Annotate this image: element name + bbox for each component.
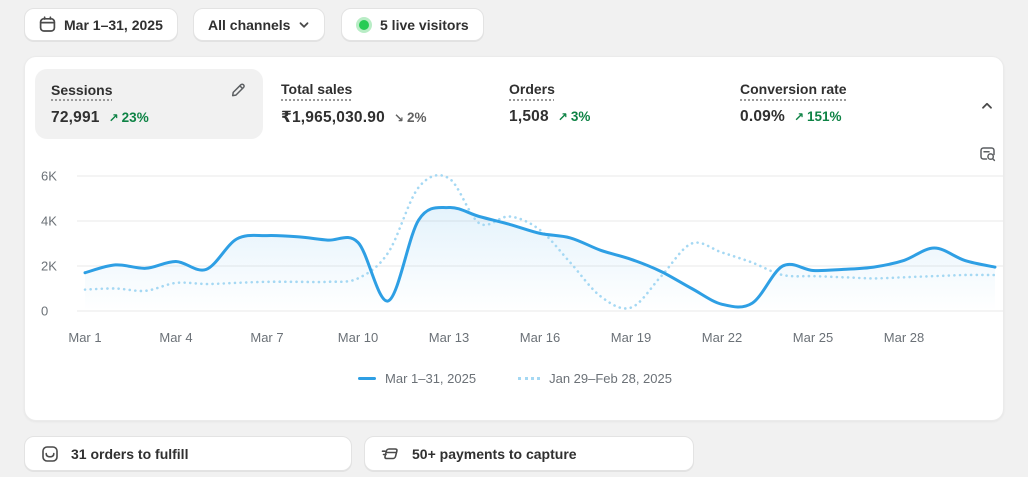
metric-tile-conversion-rate[interactable]: Conversion rate 0.09% ↗ 151% xyxy=(724,69,944,139)
dotted-line-marker-icon xyxy=(518,377,541,380)
metric-value: ₹1,965,030.90 xyxy=(281,109,385,126)
x-axis-tick-label: Mar 13 xyxy=(429,330,469,345)
trend-arrow-icon: ↗ xyxy=(557,110,568,124)
live-visitors-label: 5 live visitors xyxy=(380,16,469,33)
area-fill xyxy=(85,207,995,311)
x-axis-tick-label: Mar 7 xyxy=(250,330,283,345)
legend-label: Mar 1–31, 2025 xyxy=(385,371,477,386)
legend-item-comparison-period[interactable]: Jan 29–Feb 28, 2025 xyxy=(518,371,672,386)
pencil-icon[interactable] xyxy=(230,81,247,98)
y-axis-tick-label: 0 xyxy=(41,304,48,319)
x-axis-tick-label: Mar 19 xyxy=(611,330,651,345)
chart-legend: Mar 1–31, 2025 Jan 29–Feb 28, 2025 xyxy=(25,371,1005,386)
metric-tile-orders[interactable]: Orders 1,508 ↗ 3% xyxy=(493,69,693,139)
y-axis-tick-label: 4K xyxy=(41,214,57,229)
orders-to-fulfill-label: 31 orders to fulfill xyxy=(71,445,189,462)
metric-delta: ↗ 151% xyxy=(793,109,842,124)
date-range-label: Mar 1–31, 2025 xyxy=(64,16,163,33)
collapse-chart-button[interactable] xyxy=(974,93,1000,119)
solid-line-marker-icon xyxy=(358,377,377,380)
metric-label: Conversion rate xyxy=(740,81,847,97)
metric-value: 0.09% xyxy=(740,108,785,125)
legend-item-current-period[interactable]: Mar 1–31, 2025 xyxy=(358,371,476,386)
metric-label: Total sales xyxy=(281,81,353,97)
chevron-up-icon xyxy=(982,102,992,109)
metric-tile-total-sales[interactable]: Total sales ₹1,965,030.90 ↘ 2% xyxy=(265,69,480,139)
legend-label: Jan 29–Feb 28, 2025 xyxy=(549,371,672,386)
x-axis-tick-label: Mar 4 xyxy=(159,330,192,345)
y-axis-tick-label: 2K xyxy=(41,259,57,274)
x-axis-tick-label: Mar 28 xyxy=(884,330,924,345)
channels-filter-button[interactable]: All channels xyxy=(193,8,326,41)
calendar-icon xyxy=(39,16,56,32)
metric-value: 72,991 xyxy=(51,109,100,126)
metric-delta: ↘ 2% xyxy=(393,110,427,125)
orders-to-fulfill-button[interactable]: 31 orders to fulfill xyxy=(24,436,352,471)
trend-arrow-icon: ↗ xyxy=(108,111,119,125)
payments-to-capture-label: 50+ payments to capture xyxy=(412,445,577,462)
date-range-button[interactable]: Mar 1–31, 2025 xyxy=(24,8,178,41)
x-axis-tick-label: Mar 22 xyxy=(702,330,742,345)
live-status-dot xyxy=(356,16,372,33)
x-axis-tick-label: Mar 16 xyxy=(520,330,560,345)
x-axis-tick-label: Mar 1 xyxy=(68,330,101,345)
metric-delta: ↗ 23% xyxy=(108,110,149,125)
analytics-card: Sessions 72,991 ↗ 23% Total sales ₹1,965… xyxy=(24,56,1004,421)
chevron-down-icon xyxy=(300,21,309,28)
metric-label: Sessions xyxy=(51,81,113,98)
orders-inbox-icon xyxy=(42,445,58,462)
payments-card-icon xyxy=(381,447,398,459)
x-axis-tick-label: Mar 25 xyxy=(793,330,833,345)
x-axis-tick-label: Mar 10 xyxy=(338,330,378,345)
metric-value: 1,508 xyxy=(509,108,549,125)
trend-arrow-icon: ↗ xyxy=(793,110,805,124)
metric-label: Orders xyxy=(509,81,555,97)
payments-to-capture-button[interactable]: 50+ payments to capture xyxy=(364,436,694,471)
sessions-line-chart[interactable]: 0 2K 4K 6K Mar 1 Mar 4 Mar 7 Mar 10 Mar 13 Mar 16… xyxy=(25,161,1005,361)
y-axis-tick-label: 6K xyxy=(41,169,57,184)
channels-label: All channels xyxy=(208,16,291,33)
metric-tile-sessions[interactable]: Sessions 72,991 ↗ 23% xyxy=(35,69,263,139)
metric-delta: ↗ 3% xyxy=(557,109,591,124)
trend-arrow-icon: ↘ xyxy=(393,111,404,125)
live-visitors-badge[interactable]: 5 live visitors xyxy=(341,8,484,41)
